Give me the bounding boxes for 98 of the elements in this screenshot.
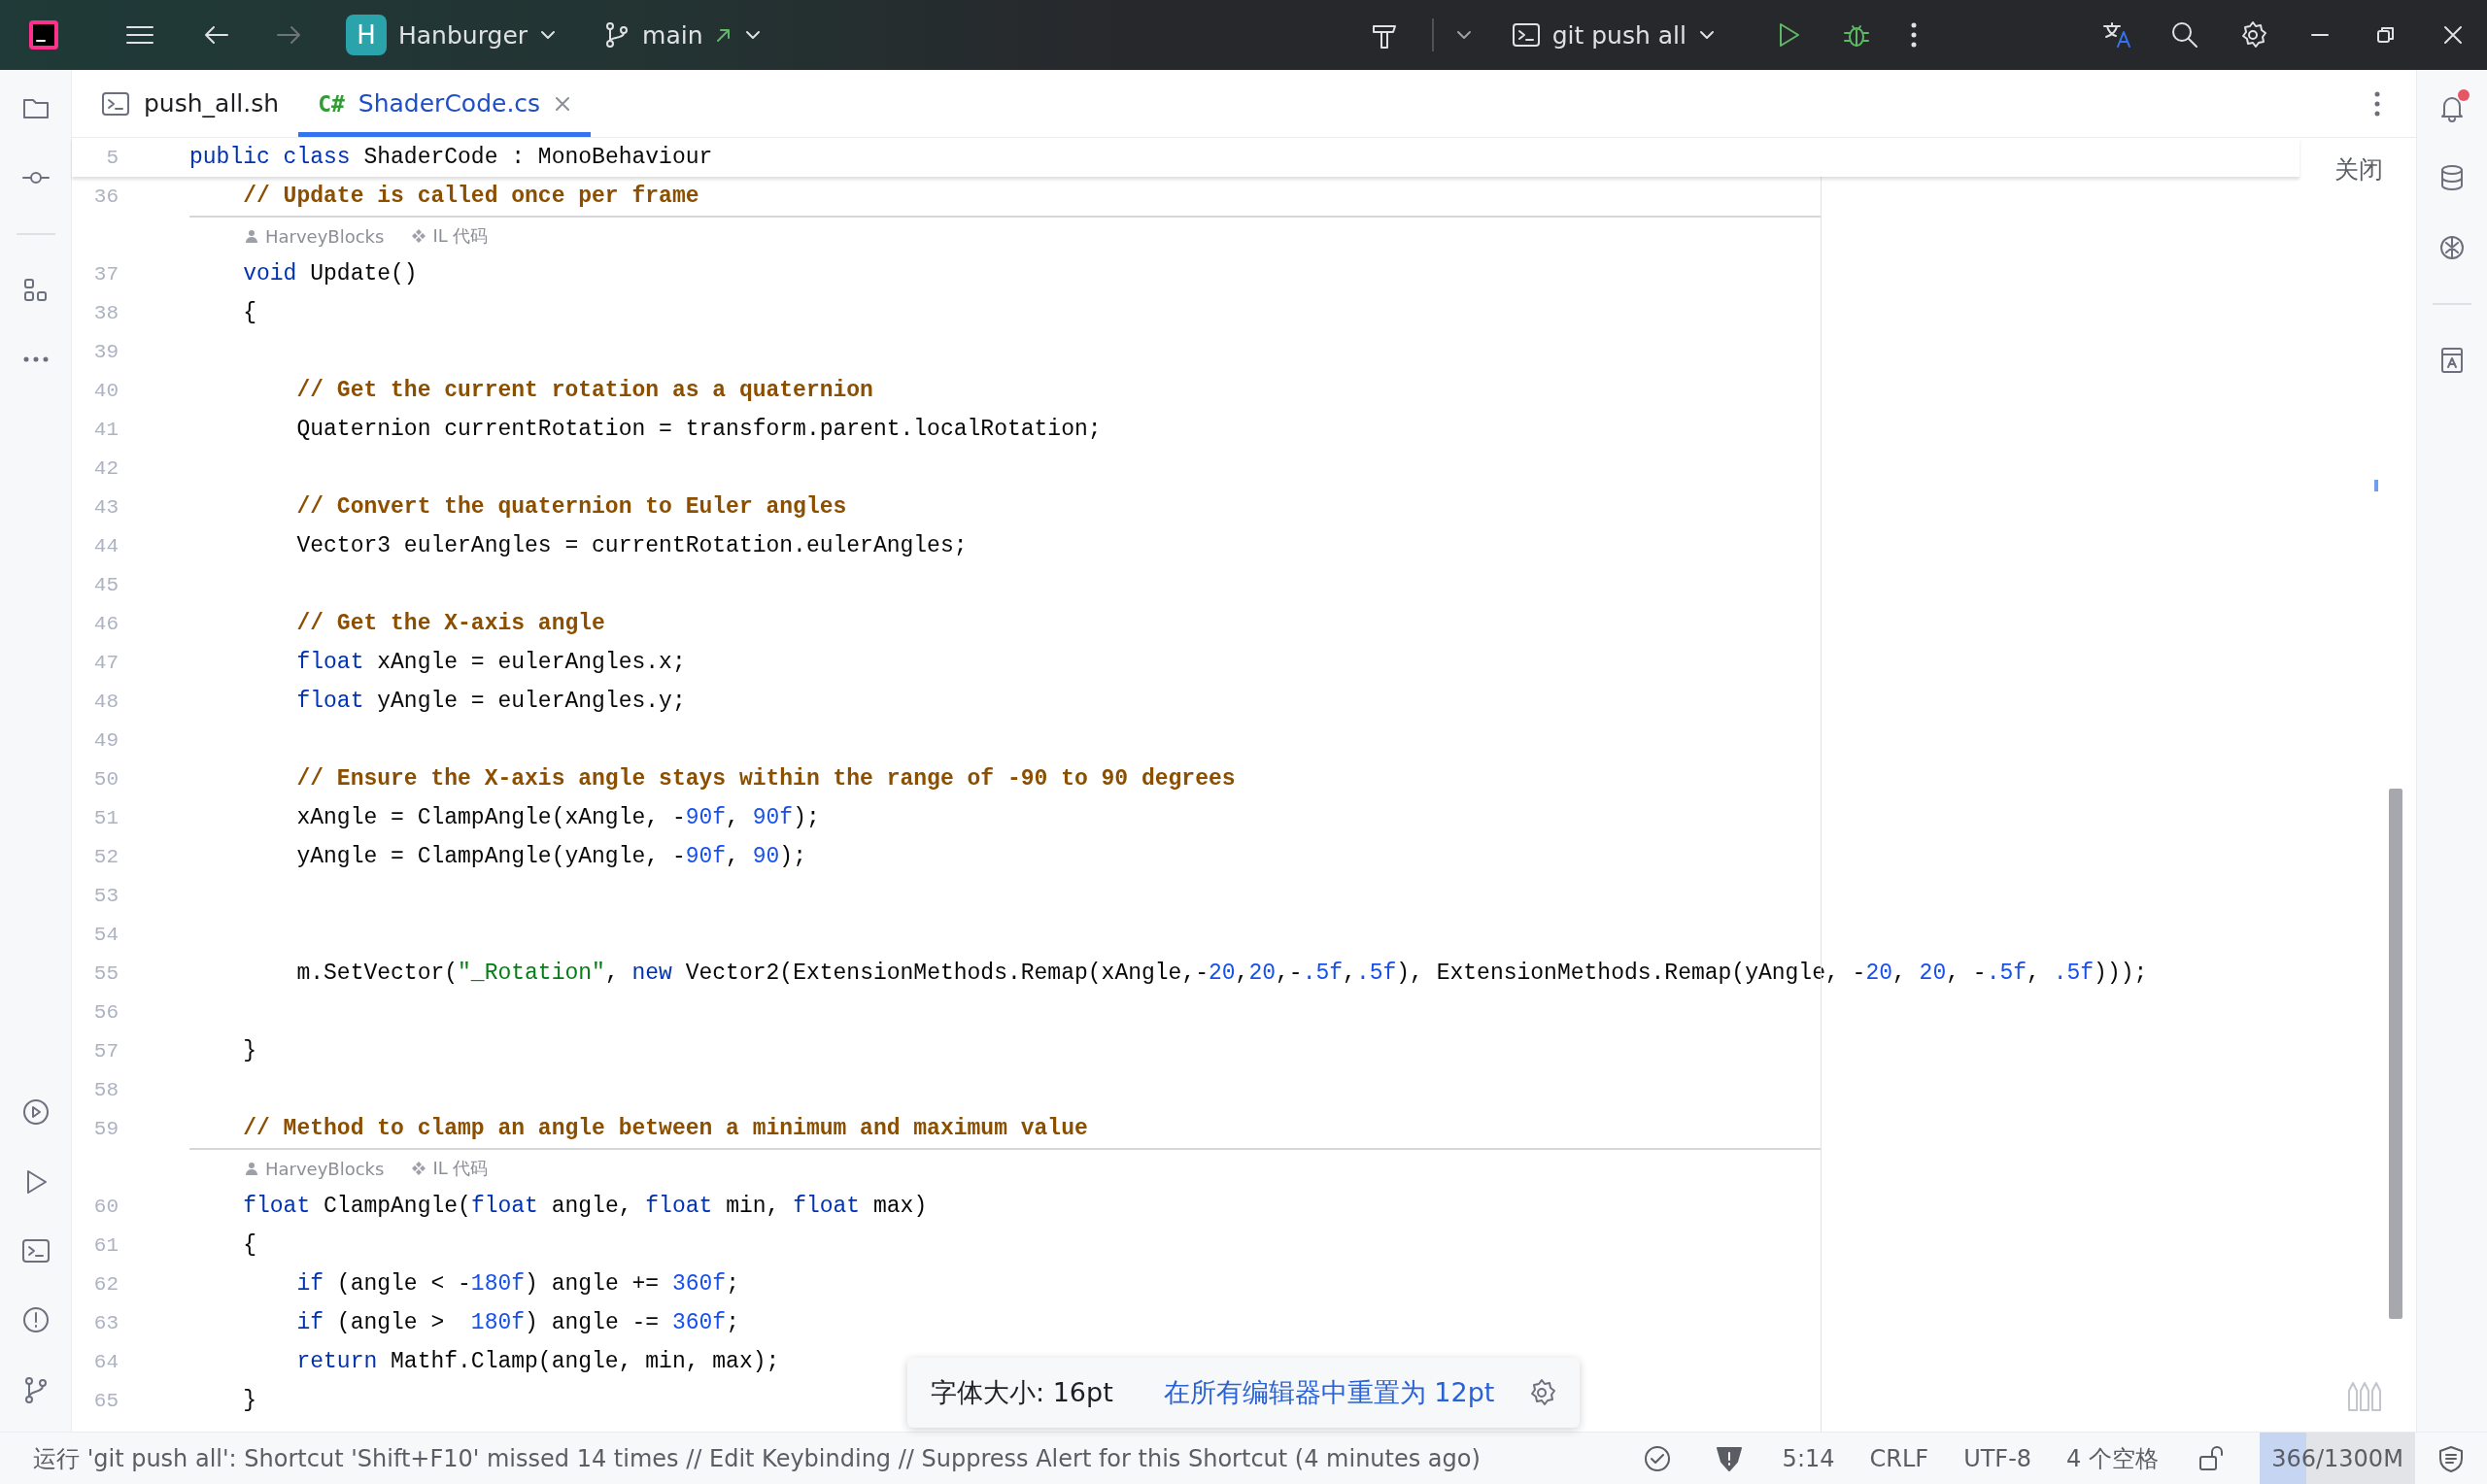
code-line: float ClampAngle(float angle, float min, float max) [242, 1194, 928, 1219]
code-line: { [242, 1232, 256, 1258]
reset-font-link[interactable]: 在所有编辑器中重置为 12pt [1163, 1375, 1495, 1410]
lock-icon[interactable] [2197, 1443, 2225, 1473]
ai-assistant-icon[interactable] [2437, 233, 2467, 262]
code-line: xAngle = ClampAngle(xAngle, -90f, 90f); [295, 805, 820, 830]
line-number: 36 [92, 185, 119, 208]
line-number: 5 [105, 146, 119, 169]
code-vision-hint[interactable]: HarveyBlocks [244, 1158, 385, 1179]
code-line: // Convert the quaternion to Euler angles [295, 494, 847, 520]
line-number: 41 [92, 418, 119, 441]
change-marker [2374, 480, 2378, 491]
line-number: 51 [92, 806, 119, 829]
line-number: 52 [92, 845, 119, 868]
more-options-icon[interactable] [2373, 89, 2381, 118]
code-line: if (angle > 180f) angle -= 360f; [295, 1310, 739, 1335]
file-encoding[interactable]: UTF-8 [1963, 1444, 2032, 1472]
terminal-icon[interactable] [20, 1237, 51, 1265]
close-hint[interactable]: 关闭 [2334, 153, 2383, 186]
line-number: 40 [92, 379, 119, 402]
font-size-label: 字体大小: 16pt [931, 1376, 1113, 1409]
line-number: 46 [92, 612, 119, 635]
line-number: 54 [92, 923, 119, 946]
line-number: 43 [92, 495, 119, 519]
run-configuration-selector[interactable]: git push all [1511, 20, 1716, 50]
code-line: float yAngle = eulerAngles.y; [295, 689, 686, 714]
code-line: return Mathf.Clamp(angle, min, max); [295, 1349, 780, 1374]
caret-position[interactable]: 5:14 [1782, 1444, 1835, 1472]
shield-icon[interactable] [2436, 1443, 2466, 1473]
outgoing-arrow-icon [714, 26, 732, 44]
line-number: 65 [92, 1389, 119, 1412]
diamond-icon [411, 1161, 427, 1176]
line-number: 37 [92, 262, 119, 286]
line-number: 49 [92, 728, 119, 752]
code-line: // Get the current rotation as a quaternion [295, 378, 873, 403]
check-circle-icon[interactable] [1642, 1443, 1672, 1473]
branch-name: main [642, 20, 703, 50]
memory-usage: 366/1300M [2271, 1444, 2403, 1472]
terminal-icon [101, 89, 130, 118]
project-selector[interactable]: H Hanburger [346, 15, 558, 55]
line-number: 53 [92, 884, 119, 907]
code-line: } [242, 1388, 256, 1413]
memory-indicator[interactable]: 366/1300M [2260, 1433, 2415, 1484]
line-separator[interactable]: CRLF [1869, 1444, 1929, 1472]
search-icon[interactable] [2170, 20, 2199, 50]
code-line: // Get the X-axis angle [295, 611, 605, 636]
app-logo-icon[interactable] [27, 18, 60, 51]
line-number: 59 [92, 1117, 119, 1140]
more-options-icon[interactable] [1910, 21, 1918, 49]
project-badge: H [346, 15, 387, 55]
line-number: 38 [92, 301, 119, 324]
line-number: 42 [92, 456, 119, 480]
line-number: 63 [92, 1311, 119, 1334]
line-number: 60 [92, 1195, 119, 1218]
line-number: 55 [92, 961, 119, 985]
editor-tab[interactable]: push_all.sh [82, 70, 299, 137]
run-configuration-name: git push all [1551, 20, 1686, 50]
code-vision-hint[interactable]: IL 代码 [411, 1157, 489, 1180]
code-line: { [242, 300, 256, 325]
line-number: 50 [92, 767, 119, 791]
branch-selector[interactable]: main [603, 20, 762, 50]
person-icon [244, 228, 259, 244]
line-number: 64 [92, 1350, 119, 1373]
code-vision-hint[interactable]: IL 代码 [411, 224, 489, 248]
line-number: 45 [92, 573, 119, 596]
code-vision-hint[interactable]: HarveyBlocks [244, 225, 385, 247]
line-number: 48 [92, 690, 119, 713]
code-line: m.SetVector("_Rotation", new Vector2(ExtensionMethods.Remap(xAngle,-20,20,-.5f,.5f), ExtensionMethods.Remap(yAngle, -20, 20, -.5f, .5f))); [295, 961, 2148, 986]
line-number: 62 [92, 1272, 119, 1296]
line-number: 56 [92, 1000, 119, 1024]
code-line: public class ShaderCode : MonoBehaviour [189, 145, 713, 170]
code-line: if (angle < -180f) angle += 360f; [295, 1271, 739, 1297]
line-number: 57 [92, 1039, 119, 1062]
line-number: 61 [92, 1233, 119, 1257]
diamond-icon [411, 228, 427, 244]
code-line: // Update is called once per frame [242, 184, 699, 209]
project-name: Hanburger [398, 20, 528, 50]
indent-setting[interactable]: 4 个空格 [2066, 1442, 2159, 1474]
line-number: 58 [92, 1078, 119, 1101]
status-message: 运行 'git push all': Shortcut 'Shift+F10' missed 14 times // Edit Keybinding // Suppress Alert for this Shortcut (4 minutes ago) [33, 1443, 1481, 1474]
language-label: C# [318, 90, 345, 117]
translate-icon[interactable] [2102, 20, 2131, 50]
code-line: Quaternion currentRotation = transform.parent.localRotation; [295, 417, 1102, 442]
problems-icon[interactable] [20, 1305, 51, 1334]
code-line: Vector3 eulerAngles = currentRotation.eulerAngles; [295, 533, 968, 558]
code-line: // Ensure the X-axis angle stays within the range of -90 to 90 degrees [295, 766, 1236, 792]
services-icon[interactable] [20, 1097, 51, 1127]
line-number: 47 [92, 651, 119, 674]
code-line: void Update() [242, 261, 418, 287]
scrollbar-thumb[interactable] [2389, 789, 2402, 1319]
person-icon [244, 1161, 259, 1176]
code-line: } [242, 1038, 256, 1063]
code-line: // Method to clamp an angle between a minimum and maximum value [242, 1116, 1088, 1141]
code-line: yAngle = ClampAngle(yAngle, -90f, 90); [295, 844, 806, 869]
line-number: 44 [92, 534, 119, 557]
code-line: float xAngle = eulerAngles.x; [295, 650, 686, 675]
terminal-icon [1511, 21, 1541, 49]
line-number: 39 [92, 340, 119, 363]
